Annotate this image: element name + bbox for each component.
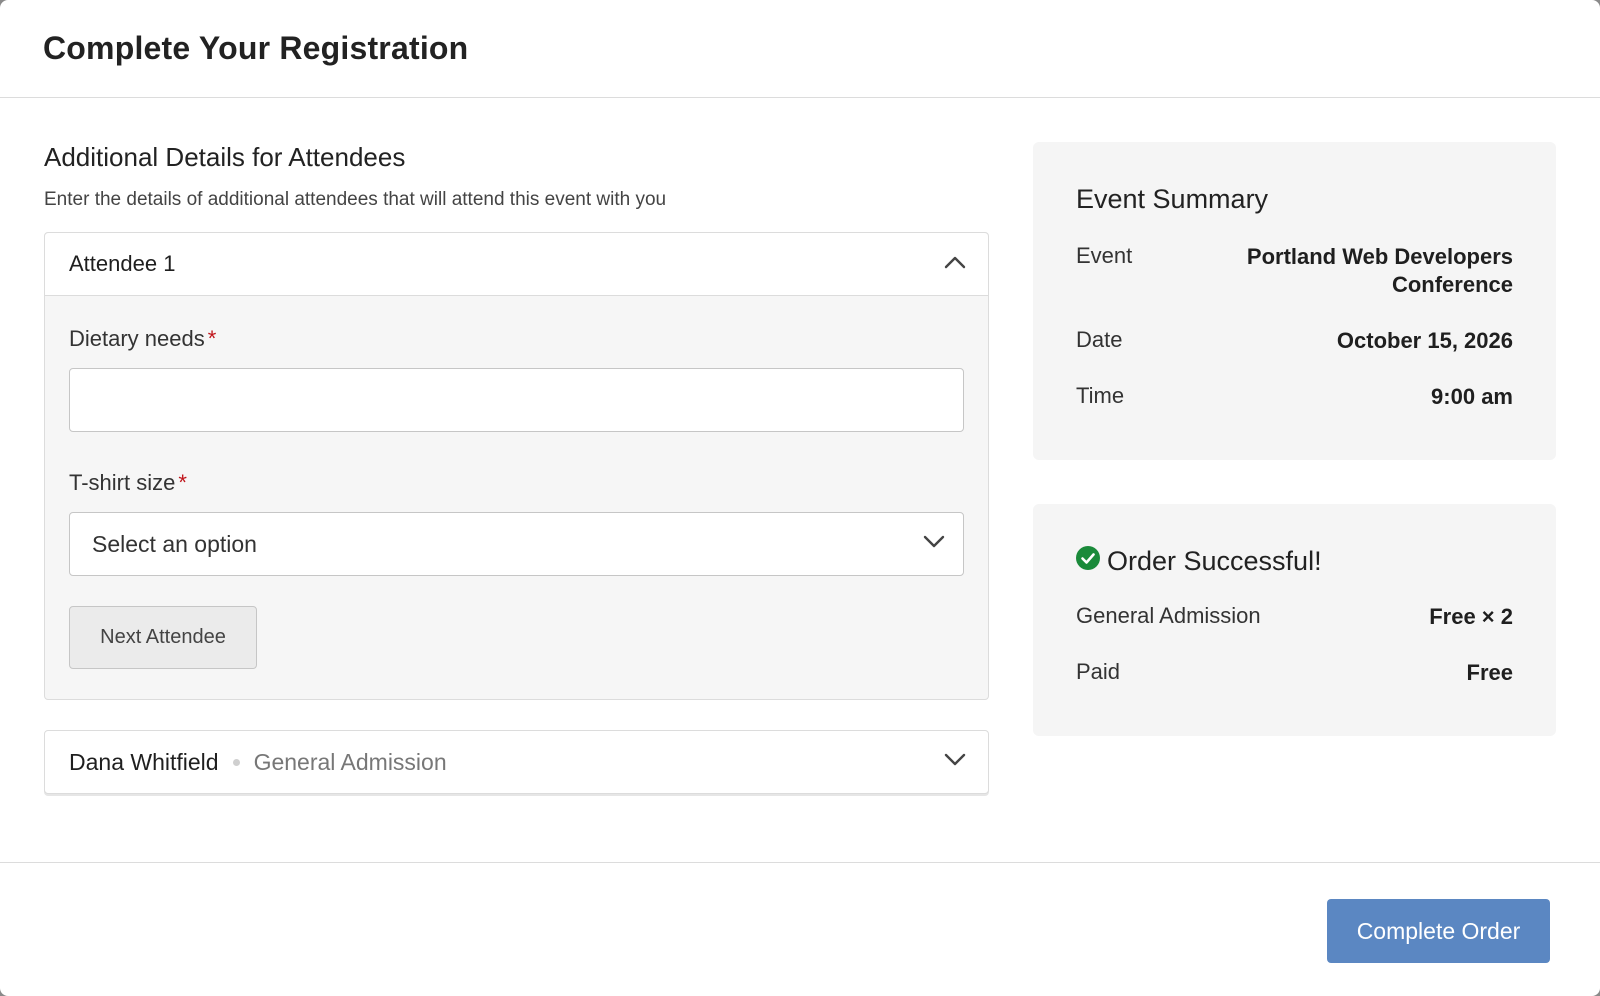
dietary-needs-label-text: Dietary needs bbox=[69, 326, 205, 351]
attendee-1-title: Attendee 1 bbox=[69, 251, 176, 276]
check-circle-icon bbox=[1076, 546, 1107, 577]
ticket-label: General Admission bbox=[1076, 603, 1261, 628]
attendee-details-section: Additional Details for Attendees Enter t… bbox=[44, 142, 989, 794]
date-label: Date bbox=[1076, 327, 1123, 352]
dietary-needs-label: Dietary needs * bbox=[69, 326, 964, 352]
tshirt-size-label-text: T-shirt size bbox=[69, 470, 176, 495]
separator-dot bbox=[232, 758, 240, 766]
event-value: Portland Web Developers Conference bbox=[1247, 243, 1513, 299]
required-mark: * bbox=[207, 326, 217, 351]
attendee-2-name: Dana Whitfield bbox=[69, 748, 219, 775]
registration-modal: Complete Your Registration Additional De… bbox=[0, 0, 1600, 996]
dietary-needs-input[interactable] bbox=[69, 368, 964, 432]
time-value: 9:00 am bbox=[1431, 384, 1513, 409]
attendee-2-accordion[interactable]: Dana Whitfield General Admission bbox=[44, 730, 989, 794]
modal-header: Complete Your Registration bbox=[0, 0, 1600, 98]
chevron-down-icon[interactable] bbox=[944, 753, 966, 772]
ticket-row: General Admission Free × 2 bbox=[1076, 603, 1513, 631]
attendee-1-body: Dietary needs * T-shirt size * Select an o… bbox=[45, 296, 988, 699]
event-summary-title: Event Summary bbox=[1076, 184, 1269, 214]
modal-footer: Complete Order bbox=[0, 862, 1600, 996]
time-row: Time 9:00 am bbox=[1076, 383, 1513, 411]
event-value-line1: Portland Web Developers bbox=[1246, 244, 1513, 269]
event-row: Event Portland Web Developers Conference bbox=[1076, 243, 1513, 299]
chevron-up-icon[interactable] bbox=[944, 255, 966, 274]
paid-value: Free bbox=[1466, 660, 1513, 685]
tshirt-size-label: T-shirt size * bbox=[69, 470, 964, 496]
chevron-down-icon bbox=[923, 535, 945, 554]
order-status-card: Order Successful! General Admission Free… bbox=[1033, 504, 1556, 736]
attendee-2-ticket: General Admission bbox=[253, 748, 447, 775]
tshirt-size-value: Select an option bbox=[92, 530, 257, 557]
date-row: Date October 15, 2026 bbox=[1076, 327, 1513, 355]
event-value-line2: Conference bbox=[1391, 272, 1513, 297]
ticket-value: Free × 2 bbox=[1429, 604, 1513, 629]
attendee-2-summary: Dana Whitfield General Admission bbox=[69, 749, 447, 776]
event-summary-card: Event Summary Event Portland Web Develop… bbox=[1033, 142, 1556, 460]
tshirt-size-select[interactable]: Select an option bbox=[69, 512, 964, 576]
complete-order-button[interactable]: Complete Order bbox=[1327, 899, 1550, 963]
next-attendee-button[interactable]: Next Attendee bbox=[69, 606, 257, 669]
event-label: Event bbox=[1076, 243, 1133, 268]
time-label: Time bbox=[1076, 383, 1125, 408]
date-value: October 15, 2026 bbox=[1336, 328, 1513, 353]
required-mark: * bbox=[178, 470, 187, 495]
paid-label: Paid bbox=[1076, 659, 1121, 684]
section-description: Enter the details of additional attendee… bbox=[44, 189, 667, 210]
page-title: Complete Your Registration bbox=[43, 30, 469, 66]
attendee-1-header[interactable]: Attendee 1 bbox=[45, 233, 988, 296]
order-title: Order Successful! bbox=[1076, 546, 1513, 577]
attendee-1-accordion: Attendee 1 Dietary needs * T-shirt size * … bbox=[44, 232, 989, 700]
section-title: Additional Details for Attendees bbox=[44, 142, 406, 172]
order-title-text: Order Successful! bbox=[1107, 546, 1322, 576]
paid-row: Paid Free bbox=[1076, 659, 1513, 687]
